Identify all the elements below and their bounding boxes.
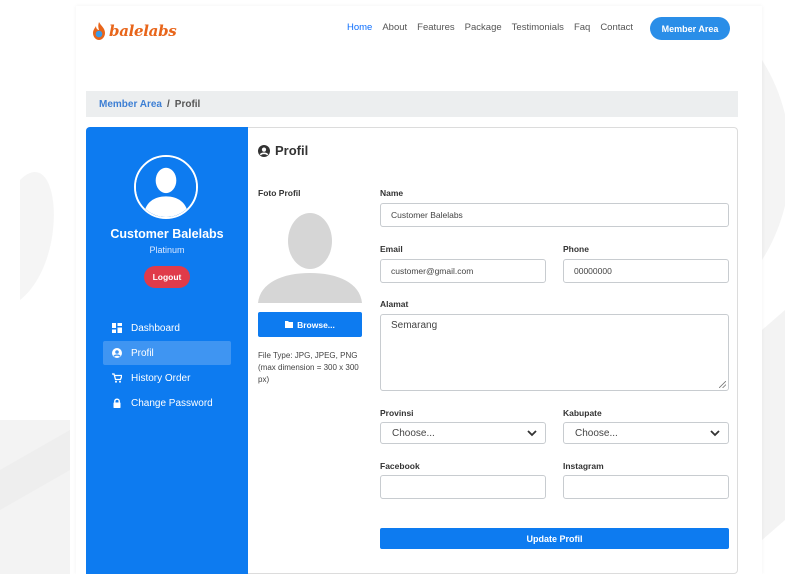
user-circle-icon (112, 348, 122, 358)
instagram-label: Instagram (563, 461, 604, 471)
facebook-field[interactable] (380, 475, 546, 499)
cart-icon (112, 373, 122, 383)
kabupaten-selected: Choose... (575, 427, 618, 439)
breadcrumb-member-area-link[interactable]: Member Area (99, 99, 162, 110)
sidebar-avatar (134, 155, 198, 219)
sidebar-item-label: Change Password (131, 397, 213, 409)
sidebar-item-history-order[interactable]: History Order (103, 366, 231, 390)
instagram-field[interactable] (563, 475, 729, 499)
email-field[interactable]: customer@gmail.com (380, 259, 546, 283)
page-title: Profil (258, 143, 308, 158)
user-silhouette-icon (136, 157, 196, 217)
page-title-text: Profil (275, 143, 309, 158)
sidebar-item-label: Dashboard (131, 322, 180, 334)
phone-label: Phone (563, 244, 589, 254)
nav-link-features[interactable]: Features (417, 22, 455, 33)
nav-link-home[interactable]: Home (347, 22, 372, 33)
provinsi-selected: Choose... (392, 427, 435, 439)
sidebar: Customer Balelabs Platinum Logout Dashbo… (86, 127, 248, 574)
nav-link-contact[interactable]: Contact (600, 22, 633, 33)
profile-photo-preview (258, 203, 362, 303)
browse-photo-button[interactable]: Browse... (258, 312, 362, 337)
file-type-note: File Type: JPG, JPEG, PNG (max dimension… (258, 351, 359, 384)
sidebar-item-profil[interactable]: Profil (103, 341, 231, 365)
nav-link-about[interactable]: About (382, 22, 407, 33)
sidebar-item-label: History Order (131, 372, 191, 384)
sidebar-item-label: Profil (131, 347, 154, 359)
sidebar-user-level: Platinum (149, 245, 185, 255)
user-placeholder-image (258, 203, 362, 303)
breadcrumb-current: Profil (174, 98, 201, 110)
provinsi-select[interactable]: Choose... (380, 422, 546, 444)
provinsi-label: Provinsi (380, 408, 414, 418)
dashboard-icon (112, 323, 122, 333)
flame-logo-icon (93, 22, 105, 40)
user-circle-icon (258, 144, 270, 157)
member-area-button[interactable]: Member Area (650, 17, 730, 40)
email-label: Email (380, 244, 403, 254)
brand-logo[interactable]: balelabs (92, 22, 177, 40)
browse-button-label: Browse... (297, 319, 335, 330)
breadcrumb-separator: / (167, 98, 170, 110)
folder-icon (285, 321, 294, 328)
update-profile-button[interactable]: Update Profil (380, 528, 729, 549)
lock-icon (113, 398, 121, 408)
alamat-textarea[interactable]: Semarang (380, 314, 729, 391)
breadcrumb: Member Area / Profil (86, 91, 738, 117)
chevron-down-icon (710, 430, 720, 437)
nav-link-package[interactable]: Package (465, 22, 502, 33)
nav-links: Home About Features Package Testimonials… (347, 22, 633, 33)
resize-grip-icon[interactable] (719, 381, 726, 388)
top-navbar: balelabs Home About Features Package Tes… (92, 14, 742, 48)
sidebar-item-change-password[interactable]: Change Password (103, 391, 231, 415)
sidebar-item-dashboard[interactable]: Dashboard (103, 316, 231, 340)
sidebar-user-name: Customer Balelabs (110, 227, 224, 241)
alamat-label: Alamat (380, 299, 409, 309)
nav-link-faq[interactable]: Faq (574, 22, 590, 33)
alamat-value: Semarang (391, 320, 438, 331)
name-label: Name (380, 188, 404, 198)
kabupaten-select[interactable]: Choose... (563, 422, 729, 444)
kabupaten-label: Kabupate (563, 408, 602, 418)
sidebar-menu: Dashboard Profil History Order Change Pa… (103, 316, 231, 416)
logout-button[interactable]: Logout (144, 266, 190, 288)
phone-field[interactable]: 00000000 (563, 259, 729, 283)
facebook-label: Facebook (380, 461, 420, 471)
brand-name: balelabs (109, 22, 177, 40)
photo-label: Foto Profil (258, 188, 301, 198)
name-field[interactable]: Customer Balelabs (380, 203, 729, 227)
nav-link-testimonials[interactable]: Testimonials (512, 22, 564, 33)
chevron-down-icon (527, 430, 537, 437)
